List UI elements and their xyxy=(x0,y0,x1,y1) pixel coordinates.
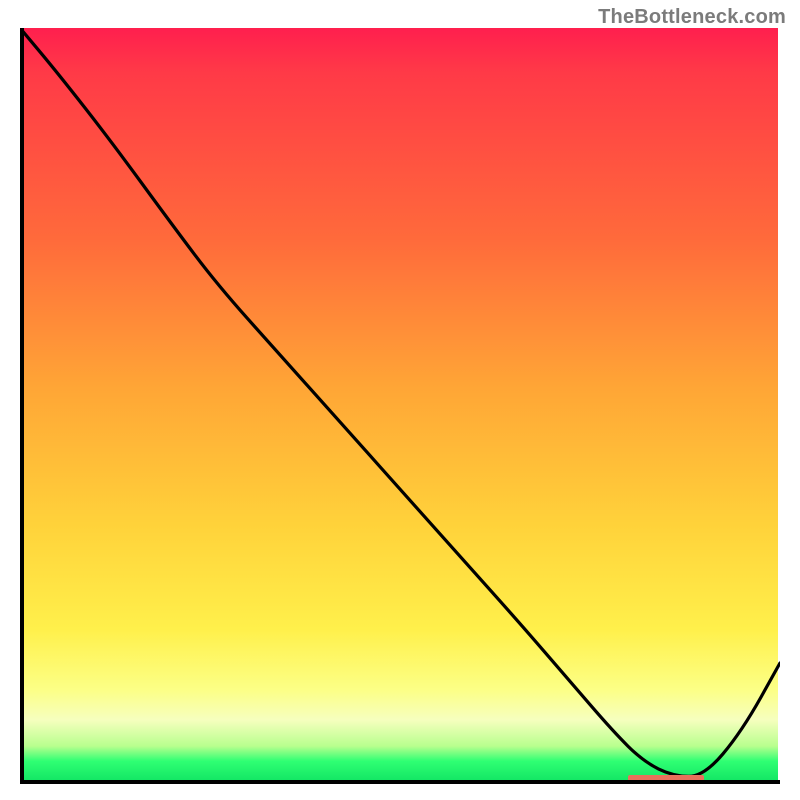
x-axis xyxy=(20,780,780,784)
plot-area xyxy=(20,28,780,784)
attribution-text: TheBottleneck.com xyxy=(598,6,786,29)
curve-path xyxy=(20,28,780,776)
chart-container: TheBottleneck.com xyxy=(0,0,800,800)
curve-layer xyxy=(20,28,780,784)
y-axis xyxy=(20,28,24,784)
